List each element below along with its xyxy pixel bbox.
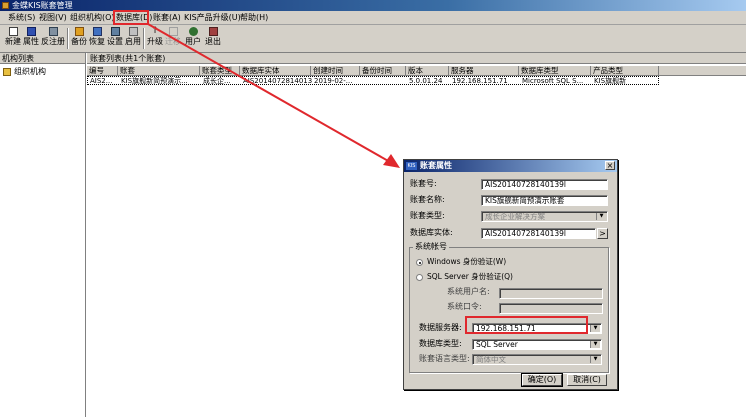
- account-name-field[interactable]: KIS旗舰新简预演示账套: [481, 195, 608, 206]
- account-name-label: 账套名称:: [410, 195, 445, 204]
- column-header[interactable]: 编号: [87, 66, 118, 75]
- account-no-label: 账套号:: [410, 179, 437, 188]
- ok-button[interactable]: 确定(O): [521, 373, 563, 387]
- account-table-header: 编号 账套 账套类型 数据库实体 创建时间 备份时间 版本 服务器 数据库类型 …: [87, 66, 746, 76]
- column-header[interactable]: 备份时间: [360, 66, 406, 75]
- browse-button[interactable]: >: [597, 228, 608, 239]
- enable-icon: [128, 27, 138, 36]
- database-menu-highlight: [113, 10, 149, 25]
- db-server-highlight: [465, 316, 588, 334]
- account-type-label: 账套类型:: [410, 211, 445, 220]
- table-cell: Microsoft SQL S...: [522, 77, 584, 85]
- migrate-icon: [168, 27, 178, 36]
- menu-system[interactable]: 系统(S): [8, 11, 35, 24]
- restore-button[interactable]: 恢复: [89, 26, 105, 51]
- settings-button[interactable]: 设置: [107, 26, 123, 51]
- table-cell: KIS旗舰新简预演示...: [121, 77, 188, 85]
- windows-auth-radio[interactable]: [416, 259, 423, 266]
- column-header[interactable]: 产品类型: [591, 66, 659, 75]
- column-header[interactable]: 创建时间: [311, 66, 360, 75]
- menu-bar: 系统(S) 视图(V) 组织机构(O) 数据库(D) 账套(A) KIS产品升级…: [0, 11, 746, 25]
- toolbar-separator: [143, 28, 145, 49]
- sql-auth-radio[interactable]: [416, 274, 423, 281]
- lang-select[interactable]: 简体中文 ▼: [472, 354, 602, 365]
- restore-icon: [92, 27, 102, 36]
- migrate-button[interactable]: 迁移: [165, 26, 181, 51]
- column-header[interactable]: 服务器: [449, 66, 519, 75]
- windows-auth-label: Windows 身份验证(W): [427, 257, 507, 266]
- chevron-down-icon: ▼: [590, 325, 600, 332]
- menu-kis-upgrade[interactable]: KIS产品升级(U): [184, 11, 241, 24]
- unregister-icon: [48, 27, 58, 36]
- sys-pwd-field[interactable]: [499, 303, 603, 314]
- table-cell: KIS旗舰新: [594, 77, 627, 85]
- menu-view[interactable]: 视图(V): [39, 11, 67, 24]
- menu-organization[interactable]: 组织机构(O): [70, 11, 115, 24]
- chevron-down-icon: ▼: [590, 356, 600, 363]
- enable-button[interactable]: 启用: [125, 26, 141, 51]
- menu-account[interactable]: 账套(A): [153, 11, 181, 24]
- window-title-bar: 金蝶KIS账套管理: [0, 0, 746, 11]
- window-title: 金蝶KIS账套管理: [12, 1, 73, 10]
- table-cell: 成长企...: [203, 77, 231, 85]
- cancel-button[interactable]: 取消(C): [567, 374, 607, 386]
- table-cell: AIS20140728140139l: [243, 77, 312, 85]
- db-type-select[interactable]: SQL Server ▼: [472, 339, 602, 350]
- system-account-group-label: 系统帐号: [413, 242, 449, 252]
- account-no-field[interactable]: AIS20140728140139l: [481, 179, 608, 190]
- table-cell: 192.168.151.71: [452, 77, 508, 85]
- db-entity-field[interactable]: AIS20140728140139l: [481, 228, 596, 239]
- unregister-button[interactable]: 反注册: [41, 26, 65, 51]
- column-header[interactable]: 数据库实体: [240, 66, 311, 75]
- chevron-down-icon: ▼: [596, 213, 606, 220]
- exit-icon: [208, 27, 218, 36]
- folder-icon: [3, 67, 11, 76]
- kis-icon: KIS: [406, 162, 417, 170]
- new-icon: [8, 27, 18, 36]
- properties-icon: [26, 27, 36, 36]
- settings-icon: [110, 27, 120, 36]
- account-type-select[interactable]: 成长企业解决方案 ▼: [481, 211, 608, 222]
- column-header[interactable]: 账套类型: [200, 66, 240, 75]
- organization-panel-header: 机构列表: [0, 53, 85, 64]
- sys-user-label: 系统用户名:: [447, 287, 490, 296]
- db-server-label: 数据服务器:: [419, 323, 462, 332]
- organization-panel: [0, 53, 86, 417]
- column-header[interactable]: 版本: [406, 66, 449, 75]
- new-button[interactable]: 新建: [5, 26, 21, 51]
- toolbar: 新建 属性 反注册 备份 恢复 设置 启用 ↑ 升级 迁移 用户 退出: [0, 25, 746, 53]
- column-header[interactable]: 账套: [118, 66, 200, 75]
- account-properties-dialog: KIS 账套属性 × 账套号: AIS20140728140139l 账套名称:…: [403, 159, 618, 390]
- user-icon: [188, 27, 198, 36]
- sys-user-field[interactable]: [499, 288, 603, 299]
- toolbar-separator: [67, 28, 69, 49]
- column-header[interactable]: 数据库类型: [519, 66, 591, 75]
- dialog-title-bar: KIS 账套属性 ×: [404, 160, 617, 172]
- app-icon: [2, 2, 9, 9]
- table-cell: 2019-02-...: [314, 77, 353, 85]
- close-button[interactable]: ×: [605, 161, 615, 170]
- backup-button[interactable]: 备份: [71, 26, 87, 51]
- properties-button[interactable]: 属性: [23, 26, 39, 51]
- table-cell: 5.0.01.24: [409, 77, 443, 85]
- table-row[interactable]: AIS2... KIS旗舰新简预演示... 成长企... AIS20140728…: [87, 76, 659, 85]
- backup-icon: [74, 27, 84, 36]
- sys-pwd-label: 系统口令:: [447, 302, 482, 311]
- exit-button[interactable]: 退出: [205, 26, 221, 51]
- user-button[interactable]: 用户: [185, 26, 201, 51]
- sql-auth-label: SQL Server 身份验证(Q): [427, 272, 513, 281]
- menu-help[interactable]: 帮助(H): [240, 11, 268, 24]
- db-entity-label: 数据库实体:: [410, 228, 453, 237]
- table-cell: [361, 77, 407, 85]
- tree-node-organization[interactable]: 组织机构: [3, 67, 46, 77]
- table-cell: AIS2...: [90, 77, 113, 85]
- upgrade-button[interactable]: ↑ 升级: [147, 26, 163, 51]
- db-type-label: 数据库类型:: [419, 339, 462, 348]
- upgrade-icon: ↑: [151, 26, 159, 36]
- account-list-header: 账套列表(共1个账套): [87, 53, 746, 64]
- dialog-title: 账套属性: [420, 161, 452, 170]
- lang-label: 账套语言类型:: [419, 354, 470, 363]
- chevron-down-icon: ▼: [590, 341, 600, 348]
